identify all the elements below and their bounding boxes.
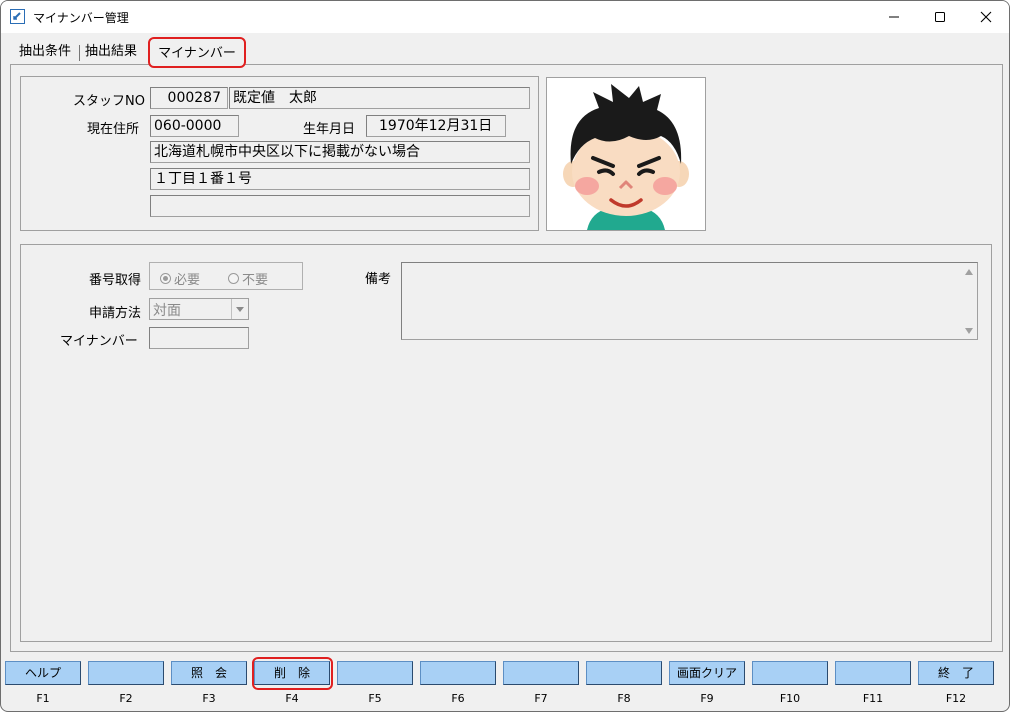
fkey-label-f1: F1 xyxy=(36,692,50,705)
fkey-f11-button[interactable] xyxy=(835,661,911,685)
fkey-label-f4: F4 xyxy=(285,692,299,705)
birth-date-label: 生年月日 xyxy=(303,122,356,137)
tab-extract-conditions[interactable]: 抽出条件 xyxy=(15,40,75,64)
fkey-f7-button[interactable] xyxy=(503,661,579,685)
fkey-label-f3: F3 xyxy=(202,692,216,705)
mynumber-label: マイナンバー xyxy=(60,334,138,349)
fkey-f6-button[interactable] xyxy=(420,661,496,685)
radio-checked-icon xyxy=(160,273,171,284)
address-line2-field[interactable]: １丁目１番１号 xyxy=(150,168,530,190)
minimize-icon xyxy=(889,16,899,18)
fkey-f9-clear-button[interactable]: 画面クリア xyxy=(669,661,745,685)
remarks-label: 備考 xyxy=(365,272,392,287)
fkey-label-f9: F9 xyxy=(700,692,714,705)
radio-not-required[interactable]: 不要 xyxy=(228,269,268,288)
staff-no-field[interactable]: 000287 xyxy=(150,87,228,109)
app-icon xyxy=(10,9,25,24)
fkey-f5-button[interactable] xyxy=(337,661,413,685)
fkey-f1-help-button[interactable]: ヘルプ xyxy=(5,661,81,685)
fkey-f8-button[interactable] xyxy=(586,661,662,685)
title-bar: マイナンバー管理 xyxy=(1,1,1009,33)
fkey-label-f11: F11 xyxy=(862,692,884,705)
address-label: 現在住所 xyxy=(87,122,140,137)
acquire-radio-group: 必要 不要 xyxy=(149,262,303,290)
fkey-label-f10: F10 xyxy=(779,692,801,705)
method-label: 申請方法 xyxy=(89,306,142,321)
staff-photo xyxy=(546,77,706,231)
fkey-f12-exit-button[interactable]: 終 了 xyxy=(918,661,994,685)
app-window: マイナンバー管理 抽出条件 抽出結果 マイナンバー スタッフNO 000287 … xyxy=(0,0,1010,712)
address-line3-field[interactable] xyxy=(150,195,530,217)
staff-name-field[interactable]: 既定値 太郎 xyxy=(229,87,530,109)
fkey-label-f6: F6 xyxy=(451,692,465,705)
maximize-icon xyxy=(935,12,945,22)
remarks-scrollbar[interactable] xyxy=(960,263,977,339)
scroll-up-icon[interactable] xyxy=(960,263,977,280)
fkey-label-f8: F8 xyxy=(617,692,631,705)
mynumber-field[interactable] xyxy=(149,327,249,349)
minimize-button[interactable] xyxy=(871,1,917,33)
close-button[interactable] xyxy=(963,1,1009,33)
maximize-button[interactable] xyxy=(917,1,963,33)
fkey-label-f7: F7 xyxy=(534,692,548,705)
window-title: マイナンバー管理 xyxy=(33,11,129,25)
acquire-label: 番号取得 xyxy=(89,273,142,288)
close-icon xyxy=(980,11,992,23)
chevron-down-icon xyxy=(231,299,248,319)
radio-required[interactable]: 必要 xyxy=(160,269,200,288)
birth-date-field[interactable]: 1970年12月31日 xyxy=(366,115,506,137)
fkey-f3-inquiry-button[interactable]: 照 会 xyxy=(171,661,247,685)
radio-not-required-label: 不要 xyxy=(242,273,269,288)
method-select-value: 対面 xyxy=(153,303,181,319)
fkey-label-f2: F2 xyxy=(119,692,133,705)
address-line1-field[interactable]: 北海道札幌市中央区以下に掲載がない場合 xyxy=(150,141,530,163)
fkey-f2-button[interactable] xyxy=(88,661,164,685)
postal-code-field[interactable]: 060-0000 xyxy=(150,115,239,137)
radio-required-label: 必要 xyxy=(174,273,201,288)
tab-separator xyxy=(79,45,80,61)
staff-no-label: スタッフNO xyxy=(73,94,145,109)
delete-highlight xyxy=(252,657,333,690)
fkey-label-f5: F5 xyxy=(368,692,382,705)
tab-extract-results[interactable]: 抽出結果 xyxy=(81,40,141,64)
tab-mynumber[interactable]: マイナンバー xyxy=(148,37,246,68)
fkey-label-f12: F12 xyxy=(945,692,967,705)
method-select[interactable]: 対面 xyxy=(149,298,249,320)
fkey-f10-button[interactable] xyxy=(752,661,828,685)
remarks-textarea[interactable] xyxy=(401,262,978,340)
radio-unchecked-icon xyxy=(228,273,239,284)
scroll-down-icon[interactable] xyxy=(960,322,977,339)
